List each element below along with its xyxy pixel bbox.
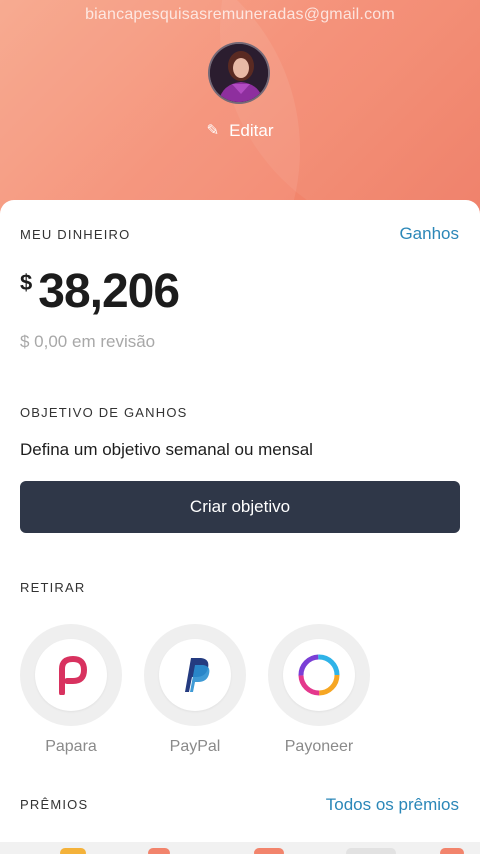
edit-label: Editar xyxy=(229,121,274,140)
prize-thumb[interactable] xyxy=(254,848,284,854)
all-prizes-link[interactable]: Todos os prêmios xyxy=(326,795,459,815)
wallet-card: MEU DINHEIRO Ganhos $ 38,206 $ 0,00 em r… xyxy=(0,200,480,854)
payoneer-icon xyxy=(298,654,340,696)
prize-carousel-peek xyxy=(0,842,480,854)
method-icon-wrap xyxy=(159,639,231,711)
prize-thumb[interactable] xyxy=(148,848,170,854)
balance: $ 38,206 xyxy=(20,264,180,319)
money-section-title: MEU DINHEIRO xyxy=(20,227,131,242)
papara-icon xyxy=(59,655,88,695)
balance-amount: 38,206 xyxy=(38,265,180,318)
prizes-section-title: PRÊMIOS xyxy=(20,797,89,812)
goal-description: Defina um objetivo semanal ou mensal xyxy=(20,440,313,459)
withdraw-methods: Papara PayPal Payoneer xyxy=(20,624,370,756)
withdraw-method-payoneer[interactable]: Payoneer xyxy=(268,624,370,756)
paypal-icon xyxy=(185,658,210,692)
user-email: biancapesquisasremuneradas@gmail.com xyxy=(85,6,395,23)
edit-profile-button[interactable]: ✎ Editar xyxy=(0,121,480,141)
earnings-link[interactable]: Ganhos xyxy=(399,224,459,244)
withdraw-section-title: RETIRAR xyxy=(20,580,86,595)
prize-thumb[interactable] xyxy=(440,848,464,854)
prize-thumb[interactable] xyxy=(60,848,86,854)
review-amount: $ 0,00 em revisão xyxy=(20,332,156,351)
goal-section-title: OBJETIVO DE GANHOS xyxy=(20,405,188,420)
withdraw-method-papara[interactable]: Papara xyxy=(20,624,122,756)
profile-header: biancapesquisasremuneradas@gmail.com ✎ Ed… xyxy=(0,0,480,230)
method-label: PayPal xyxy=(169,738,221,755)
prize-thumb[interactable] xyxy=(346,848,396,854)
create-goal-button[interactable]: Criar objetivo xyxy=(20,481,460,533)
method-icon-wrap xyxy=(35,639,107,711)
method-ring xyxy=(144,624,246,726)
currency-symbol: $ xyxy=(20,270,33,295)
pencil-icon: ✎ xyxy=(206,122,220,139)
withdraw-method-paypal[interactable]: PayPal xyxy=(144,624,246,756)
avatar[interactable] xyxy=(208,42,270,104)
method-ring xyxy=(268,624,370,726)
method-label: Papara xyxy=(45,738,97,755)
method-icon-wrap xyxy=(283,639,355,711)
method-label: Payoneer xyxy=(284,738,354,755)
method-ring xyxy=(20,624,122,726)
